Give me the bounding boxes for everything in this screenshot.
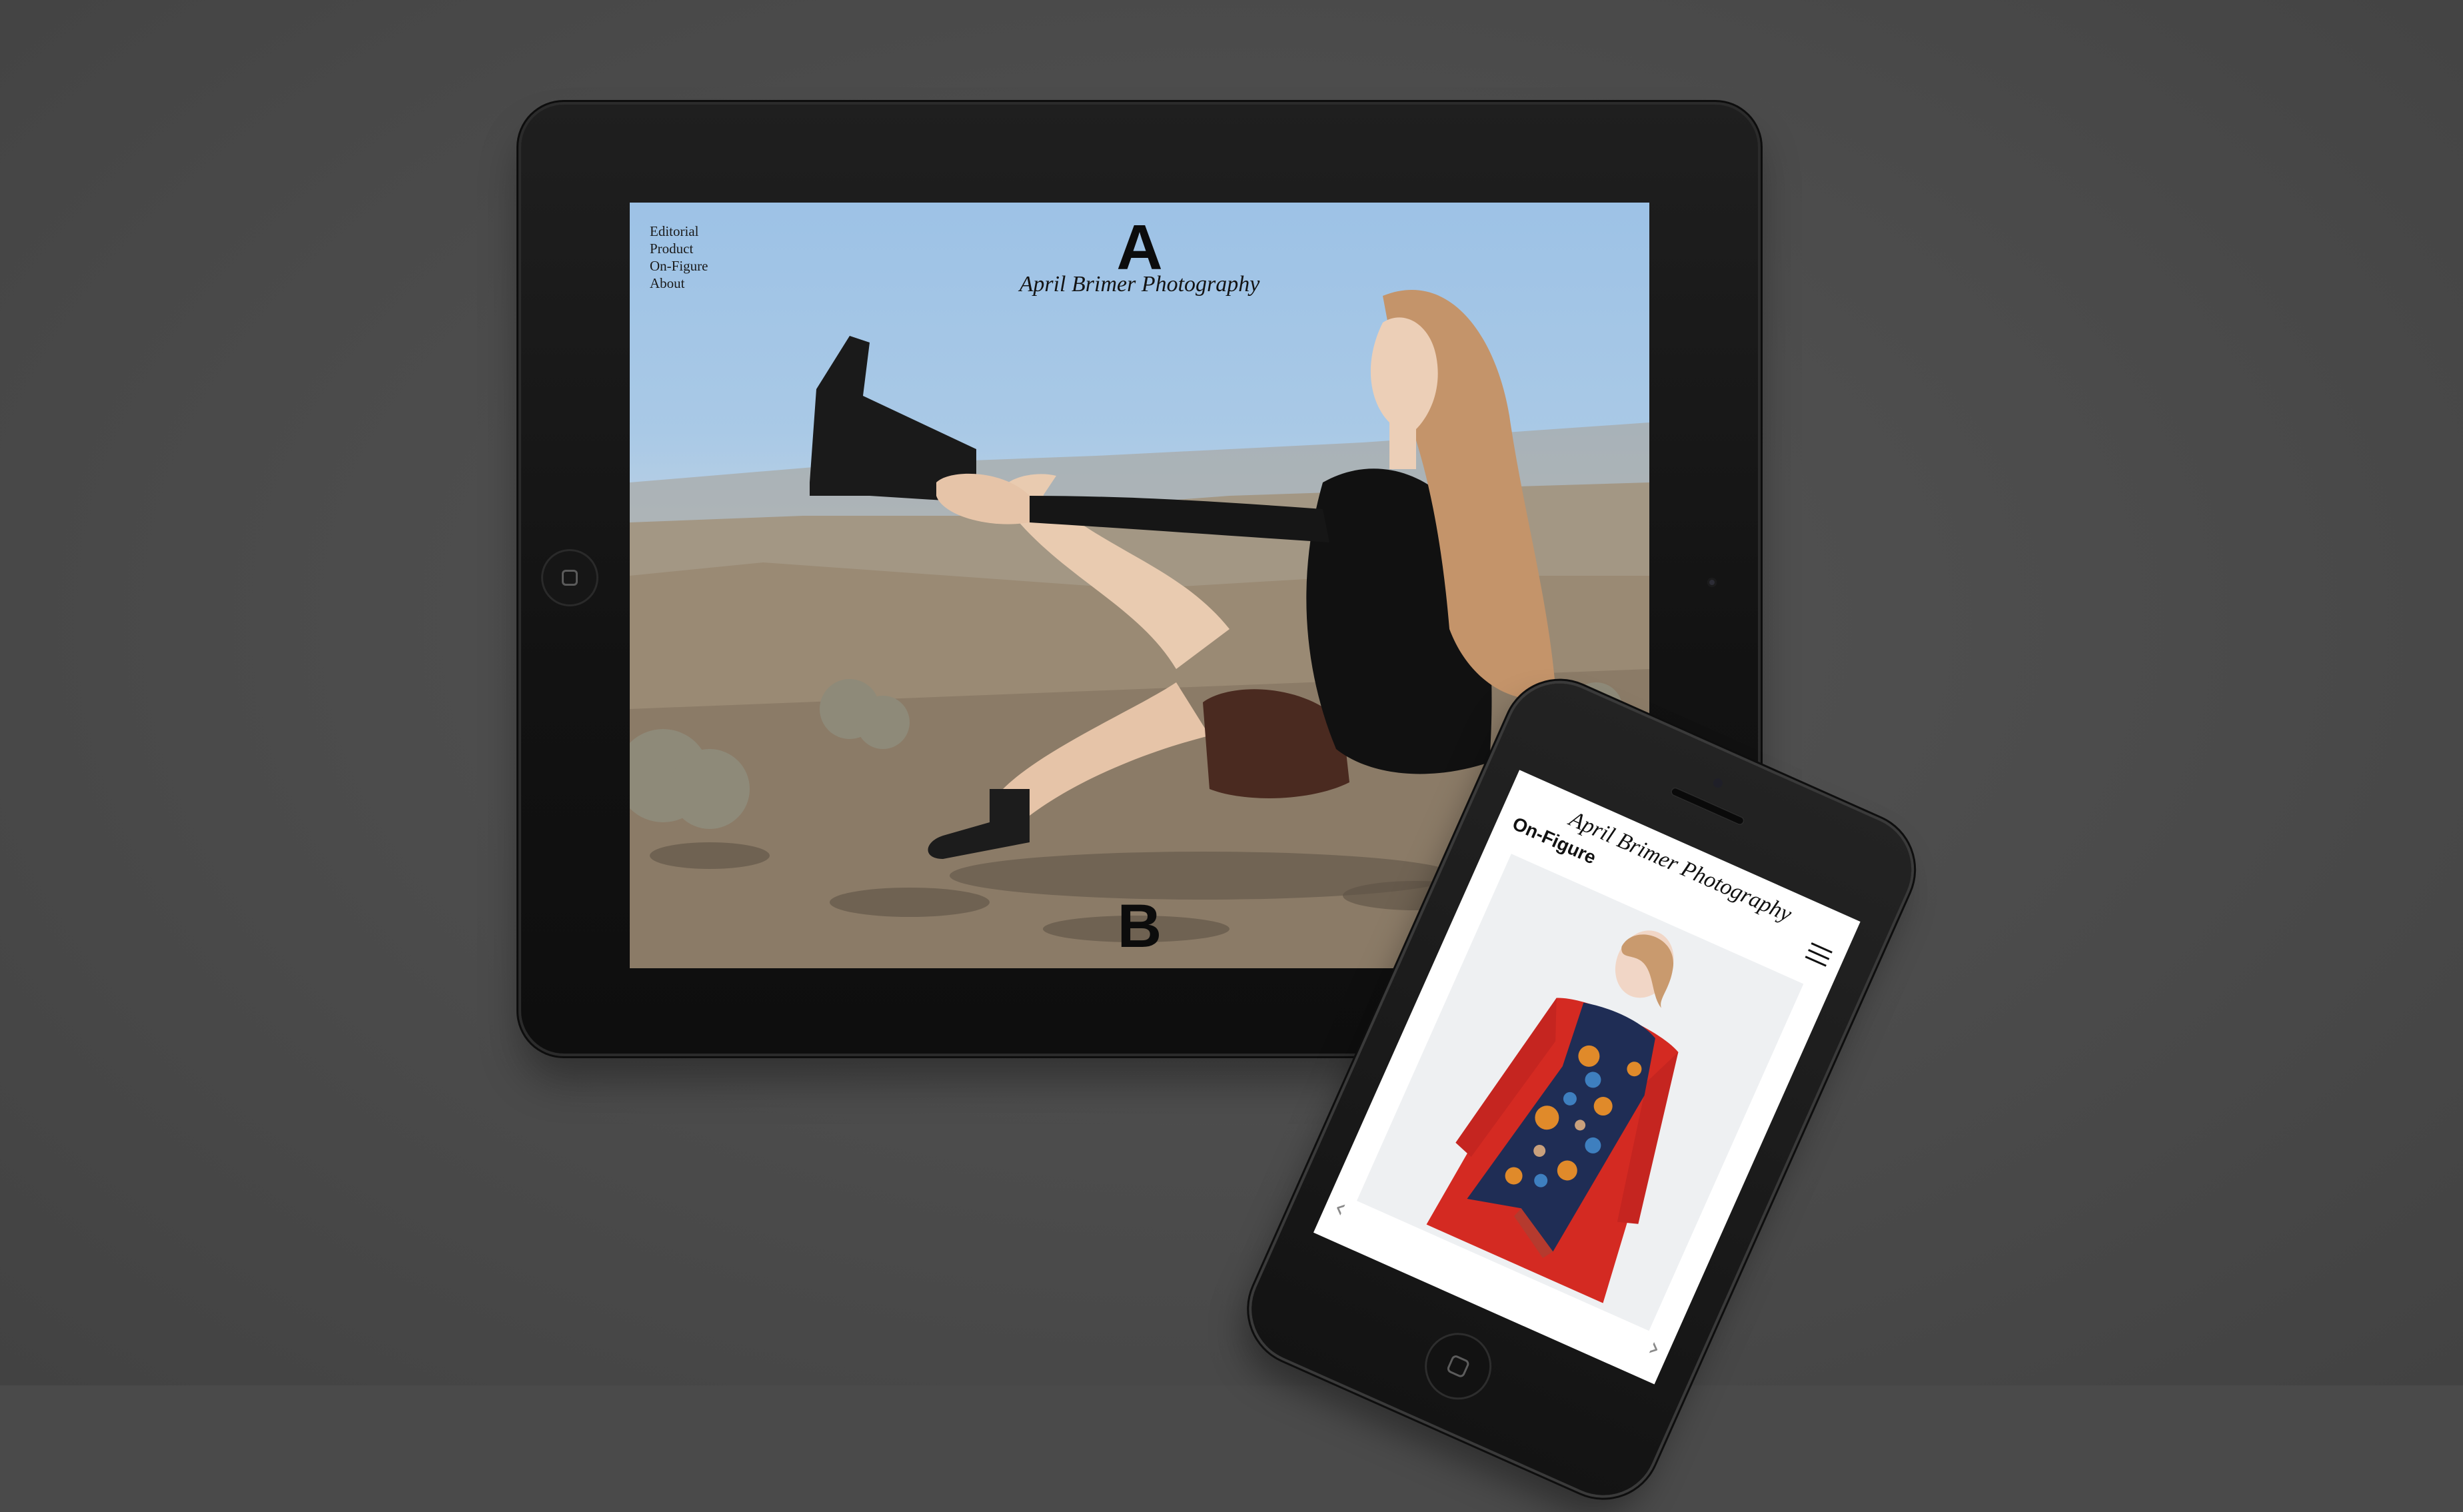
site-title: April Brimer Photography (1019, 272, 1260, 297)
tablet-camera (1707, 578, 1717, 587)
product-photo-area (1356, 854, 1804, 1331)
phone-speaker (1669, 786, 1746, 827)
phone-home-button-icon[interactable] (1414, 1322, 1503, 1411)
logo-monogram-a[interactable]: A (630, 216, 1649, 280)
next-arrow-icon[interactable]: › (1643, 1332, 1665, 1365)
previous-arrow-icon[interactable]: ‹ (1329, 1192, 1351, 1225)
tablet-home-button-icon[interactable] (541, 549, 598, 606)
phone-camera (1711, 776, 1725, 790)
product-photo (1426, 930, 1679, 1303)
